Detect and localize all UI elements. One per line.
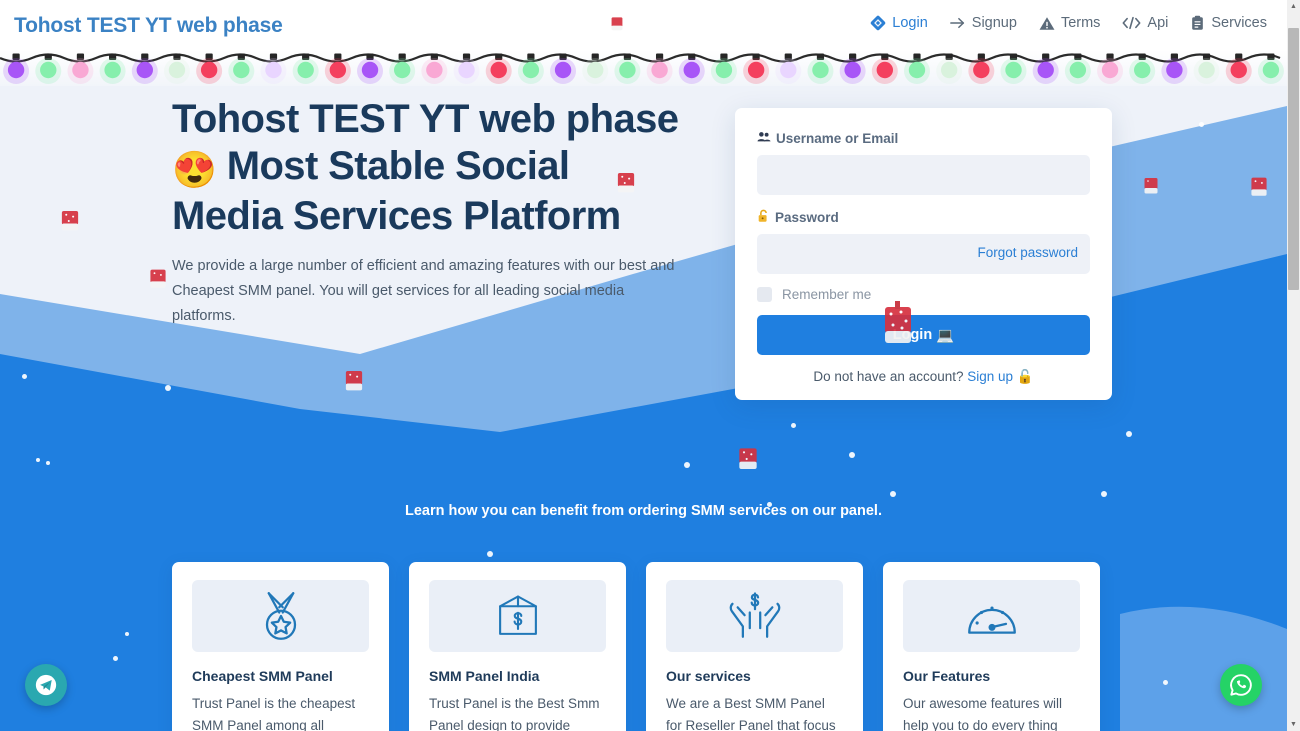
whatsapp-float-button[interactable]	[1220, 664, 1262, 706]
heart-eyes-emoji-icon: 😍	[172, 149, 217, 190]
card-title: Our services	[666, 668, 751, 684]
sparkle-dot	[165, 385, 171, 391]
feature-cards: Cheapest SMM Panel Trust Panel is the ch…	[172, 562, 1100, 731]
santa-hat-decoration-icon	[611, 17, 623, 31]
signup-link[interactable]: Sign up	[967, 369, 1013, 384]
username-label-text: Username or Email	[776, 131, 899, 146]
scrollbar-thumb[interactable]	[1288, 28, 1299, 290]
sparkle-dot	[22, 374, 27, 379]
nav-item-label: Services	[1211, 15, 1267, 31]
computer-emoji-icon: 💻	[936, 327, 955, 344]
login-card: Username or Email Password Forgot passwo…	[735, 108, 1112, 400]
scroll-down-arrow[interactable]: ▼	[1287, 718, 1300, 731]
forgot-password-link[interactable]: Forgot password	[977, 245, 1078, 260]
whatsapp-icon	[1230, 674, 1252, 696]
wave-corner	[1120, 606, 1287, 731]
telegram-float-button[interactable]	[25, 664, 67, 706]
signup-prompt-row: Do not have an account? Sign up 🔓	[757, 369, 1090, 385]
nav-item-label: Login	[892, 15, 928, 31]
card-icon-box	[903, 580, 1080, 652]
nav-item-api[interactable]: Api	[1122, 15, 1168, 31]
sparkle-dot	[46, 461, 50, 465]
nav-item-login[interactable]: Login	[870, 15, 928, 31]
hero-title-line2: Most Stable Social	[226, 144, 570, 188]
remember-me-row[interactable]: Remember me	[757, 287, 1090, 302]
card-title: Our Features	[903, 668, 991, 684]
diamond-icon	[870, 15, 886, 31]
sparkle-dot	[1199, 122, 1204, 127]
username-label: Username or Email	[757, 130, 1090, 147]
sparkle-dot	[1126, 431, 1132, 437]
sparkle-dot	[113, 656, 118, 661]
unlock-icon	[757, 209, 770, 226]
clipboard-icon	[1190, 15, 1205, 31]
sparkle-dot	[684, 462, 690, 468]
password-label: Password	[757, 209, 1090, 226]
medal-icon	[265, 592, 296, 640]
nav-item-label: Api	[1147, 15, 1169, 31]
remember-me-label: Remember me	[782, 287, 872, 302]
sparkle-dot	[1101, 491, 1107, 497]
sparkle-dot	[487, 551, 493, 557]
card-title: SMM Panel India	[429, 668, 540, 684]
sparkle-dot	[791, 423, 796, 428]
sparkle-dot	[125, 632, 129, 636]
card-description: Trust Panel is the cheapest SMM Panel am…	[192, 696, 356, 731]
arrow-right-icon	[949, 16, 966, 30]
login-button[interactable]: Login 💻	[757, 301, 1090, 355]
telegram-icon	[35, 674, 57, 696]
hero-section: Tohost TEST YT web phase 😍 Most Stable S…	[172, 96, 712, 329]
sparkle-dot	[849, 452, 855, 458]
sparkle-dot	[890, 491, 896, 497]
vertical-scrollbar[interactable]: ▲ ▼	[1287, 0, 1300, 731]
card-description: Our awesome features will help you to do…	[903, 696, 1063, 731]
card-icon-box	[666, 580, 843, 652]
nav-item-signup[interactable]: Signup	[949, 15, 1017, 31]
remember-me-checkbox[interactable]	[757, 287, 772, 302]
speedometer-icon	[967, 606, 1016, 634]
login-button-label: Login	[892, 327, 933, 343]
hero-title-line1: Tohost TEST YT web phase	[172, 97, 679, 141]
nav-item-services[interactable]: Services	[1190, 15, 1267, 31]
hero-title-line3: Media Services Platform	[172, 194, 621, 238]
page-title: Tohost TEST YT web phase 😍 Most Stable S…	[172, 96, 712, 240]
feature-card[interactable]: SMM Panel India Trust Panel is the Best …	[409, 562, 626, 731]
sparkle-dot	[1163, 680, 1168, 685]
nav-item-label: Signup	[971, 15, 1017, 31]
main-navigation: Login Signup Terms Api Services	[870, 15, 1267, 31]
site-logo[interactable]: Tohost TEST YT web phase	[14, 14, 283, 38]
users-icon	[757, 130, 771, 147]
nav-item-terms[interactable]: Terms	[1039, 15, 1100, 31]
username-input[interactable]	[757, 155, 1090, 195]
password-label-text: Password	[775, 210, 839, 225]
learn-banner: Learn how you can benefit from ordering …	[405, 503, 882, 519]
card-description: We are a Best SMM Panel for Reseller Pan…	[666, 696, 836, 731]
card-icon-box	[429, 580, 606, 652]
hero-subtitle: We provide a large number of efficient a…	[172, 258, 675, 324]
hands-dollar-icon	[729, 592, 780, 638]
site-header: Tohost TEST YT web phase Login Signup Te…	[0, 0, 1287, 54]
feature-card[interactable]: Our services We are a Best SMM Panel for…	[646, 562, 863, 731]
warning-triangle-icon	[1039, 16, 1055, 31]
code-brackets-icon	[1122, 16, 1141, 30]
nav-item-label: Terms	[1060, 15, 1101, 31]
scroll-up-arrow[interactable]: ▲	[1287, 0, 1300, 13]
sparkle-dot	[36, 458, 40, 462]
card-description: Trust Panel is the Best Smm Panel design…	[429, 696, 600, 731]
page-root: Tohost TEST YT web phase 😍 Most Stable S…	[0, 0, 1300, 731]
feature-card[interactable]: Our Features Our awesome features will h…	[883, 562, 1100, 731]
unlock-emoji-icon: 🔓	[1016, 369, 1034, 384]
box-dollar-icon	[498, 595, 537, 635]
card-title: Cheapest SMM Panel	[192, 668, 333, 684]
card-icon-box	[192, 580, 369, 652]
feature-card[interactable]: Cheapest SMM Panel Trust Panel is the ch…	[172, 562, 389, 731]
signup-prompt-text: Do not have an account?	[813, 369, 964, 384]
